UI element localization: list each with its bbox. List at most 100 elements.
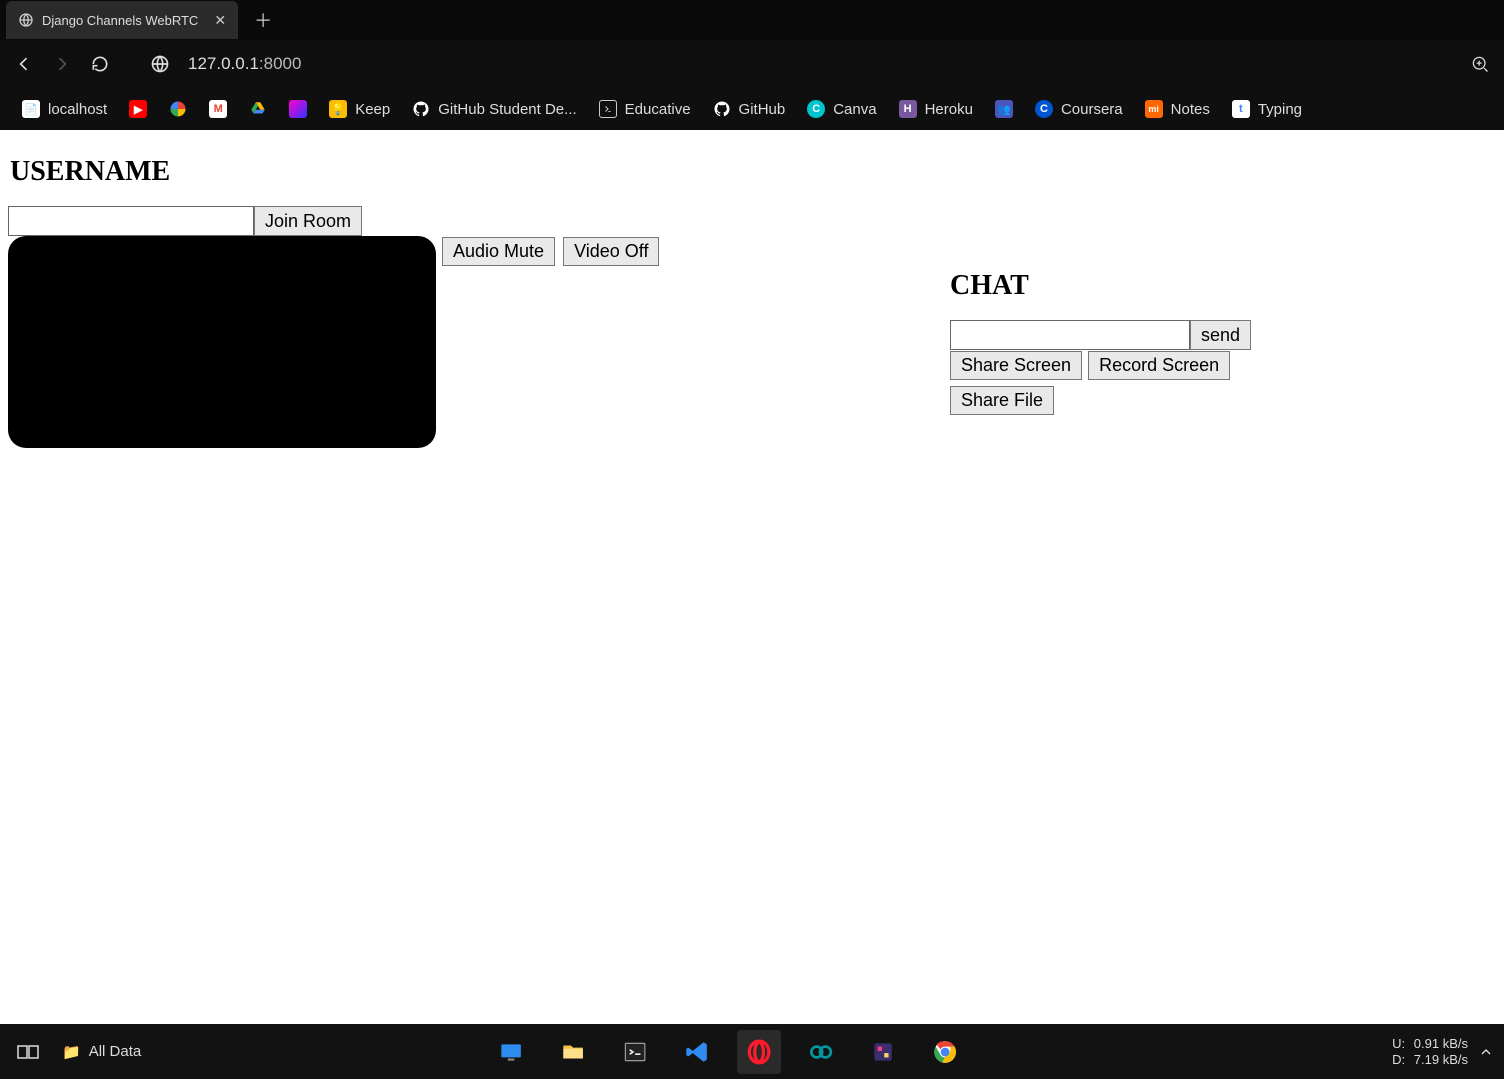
- bookmark-label: Canva: [833, 101, 876, 118]
- bookmark-label: GitHub Student De...: [438, 101, 576, 118]
- task-chrome-icon[interactable]: [923, 1030, 967, 1074]
- video-row: Audio Mute Video Off: [8, 236, 1496, 448]
- bookmark-label: Heroku: [925, 101, 973, 118]
- username-heading: USERNAME: [10, 156, 1496, 188]
- bookmark-canva[interactable]: C Canva: [807, 100, 876, 118]
- folder-label: All Data: [89, 1043, 142, 1060]
- bookmark-localhost[interactable]: 📄 localhost: [22, 100, 107, 118]
- url-host: 127.0.0.1: [188, 54, 259, 73]
- net-down-label: D:: [1392, 1052, 1410, 1068]
- bookmark-generic[interactable]: [289, 100, 307, 118]
- local-video: [8, 236, 436, 448]
- tab-bar: Django Channels WebRTC ✕ ＋: [0, 0, 1504, 40]
- bookmark-photos[interactable]: [169, 100, 187, 118]
- gmail-icon: M: [209, 100, 227, 118]
- taskbar: 📁 All Data U: 0.91 kB/s D: 7: [0, 1024, 1504, 1079]
- github-icon: [713, 100, 731, 118]
- task-explorer-icon[interactable]: [551, 1030, 595, 1074]
- coursera-icon: C: [1035, 100, 1053, 118]
- bookmark-teams[interactable]: 👥: [995, 100, 1013, 118]
- net-stats: U: 0.91 kB/s D: 7.19 kB/s: [1392, 1036, 1468, 1067]
- square-gradient-icon: [289, 100, 307, 118]
- bookmark-label: localhost: [48, 101, 107, 118]
- forward-button[interactable]: [52, 54, 72, 74]
- share-screen-button[interactable]: Share Screen: [950, 351, 1082, 380]
- chat-panel: CHAT send Share Screen Record Screen Sha…: [950, 270, 1260, 415]
- tray-expand-icon[interactable]: [1478, 1044, 1498, 1060]
- bookmark-heroku[interactable]: H Heroku: [899, 100, 973, 118]
- bookmark-label: Notes: [1171, 101, 1210, 118]
- chat-buttons-row: Share Screen Record Screen Share File: [950, 351, 1260, 415]
- bookmark-youtube[interactable]: ▶: [129, 100, 147, 118]
- chat-heading: CHAT: [950, 270, 1260, 302]
- page-content: USERNAME Join Room Audio Mute Video Off …: [0, 130, 1504, 1024]
- media-buttons: Audio Mute Video Off: [442, 237, 659, 266]
- zoom-icon[interactable]: [1470, 54, 1490, 74]
- tab-title: Django Channels WebRTC: [42, 13, 198, 28]
- task-thispc-icon[interactable]: [489, 1030, 533, 1074]
- drive-icon: [249, 100, 267, 118]
- task-view-button[interactable]: [0, 1024, 56, 1079]
- photos-icon: [169, 100, 187, 118]
- bookmark-notes[interactable]: mi Notes: [1145, 100, 1210, 118]
- join-room-button[interactable]: Join Room: [254, 206, 362, 236]
- record-screen-button[interactable]: Record Screen: [1088, 351, 1230, 380]
- taskbar-center-icons: [489, 1024, 967, 1079]
- educative-icon: [599, 100, 617, 118]
- join-row: Join Room: [8, 206, 1496, 236]
- net-down-value: 7.19 kB/s: [1414, 1052, 1468, 1067]
- address-bar: 127.0.0.1:8000: [0, 40, 1504, 88]
- url-text[interactable]: 127.0.0.1:8000: [188, 54, 301, 74]
- share-file-button[interactable]: Share File: [950, 386, 1054, 415]
- heroku-icon: H: [899, 100, 917, 118]
- task-ide-icon[interactable]: [861, 1030, 905, 1074]
- chat-send-row: send: [950, 320, 1260, 350]
- bookmark-educative[interactable]: Educative: [599, 100, 691, 118]
- file-icon: 📄: [22, 100, 40, 118]
- folder-icon: 📁: [62, 1043, 81, 1061]
- username-input[interactable]: [8, 206, 254, 236]
- canva-icon: C: [807, 100, 825, 118]
- close-tab-icon[interactable]: ✕: [214, 13, 226, 27]
- bookmark-github[interactable]: GitHub: [713, 100, 786, 118]
- net-up-value: 0.91 kB/s: [1414, 1036, 1468, 1051]
- task-terminal-icon[interactable]: [613, 1030, 657, 1074]
- mi-icon: mi: [1145, 100, 1163, 118]
- globe-icon: [150, 54, 170, 74]
- bookmarks-bar: 📄 localhost ▶ M 💡 Keep: [0, 88, 1504, 130]
- bookmark-label: Coursera: [1061, 101, 1123, 118]
- net-up-label: U:: [1392, 1036, 1410, 1052]
- taskbar-right: U: 0.91 kB/s D: 7.19 kB/s: [1392, 1024, 1498, 1079]
- taskbar-folder-all-data[interactable]: 📁 All Data: [62, 1043, 141, 1061]
- audio-mute-button[interactable]: Audio Mute: [442, 237, 555, 266]
- chat-input[interactable]: [950, 320, 1190, 350]
- site-info[interactable]: [150, 54, 170, 74]
- task-opera-icon[interactable]: [737, 1030, 781, 1074]
- video-off-button[interactable]: Video Off: [563, 237, 659, 266]
- bookmark-coursera[interactable]: C Coursera: [1035, 100, 1123, 118]
- bookmark-label: Typing: [1258, 101, 1302, 118]
- bookmark-drive[interactable]: [249, 100, 267, 118]
- back-button[interactable]: [14, 54, 34, 74]
- reload-button[interactable]: [90, 54, 110, 74]
- github-icon: [412, 100, 430, 118]
- bookmark-keep[interactable]: 💡 Keep: [329, 100, 390, 118]
- bookmark-label: Keep: [355, 101, 390, 118]
- bookmark-label: Educative: [625, 101, 691, 118]
- bookmark-label: GitHub: [739, 101, 786, 118]
- browser-chrome: Django Channels WebRTC ✕ ＋ 127.0.0.1:800…: [0, 0, 1504, 130]
- new-tab-button[interactable]: ＋: [248, 5, 278, 35]
- browser-tab[interactable]: Django Channels WebRTC ✕: [6, 1, 238, 39]
- youtube-icon: ▶: [129, 100, 147, 118]
- keep-icon: 💡: [329, 100, 347, 118]
- globe-icon: [18, 12, 34, 28]
- url-port: :8000: [259, 54, 302, 73]
- bookmark-github-student[interactable]: GitHub Student De...: [412, 100, 576, 118]
- task-arduino-icon[interactable]: [799, 1030, 843, 1074]
- bookmark-typing[interactable]: t Typing: [1232, 100, 1302, 118]
- send-button[interactable]: send: [1190, 320, 1251, 350]
- teams-icon: 👥: [995, 100, 1013, 118]
- task-vscode-icon[interactable]: [675, 1030, 719, 1074]
- typing-icon: t: [1232, 100, 1250, 118]
- bookmark-gmail[interactable]: M: [209, 100, 227, 118]
